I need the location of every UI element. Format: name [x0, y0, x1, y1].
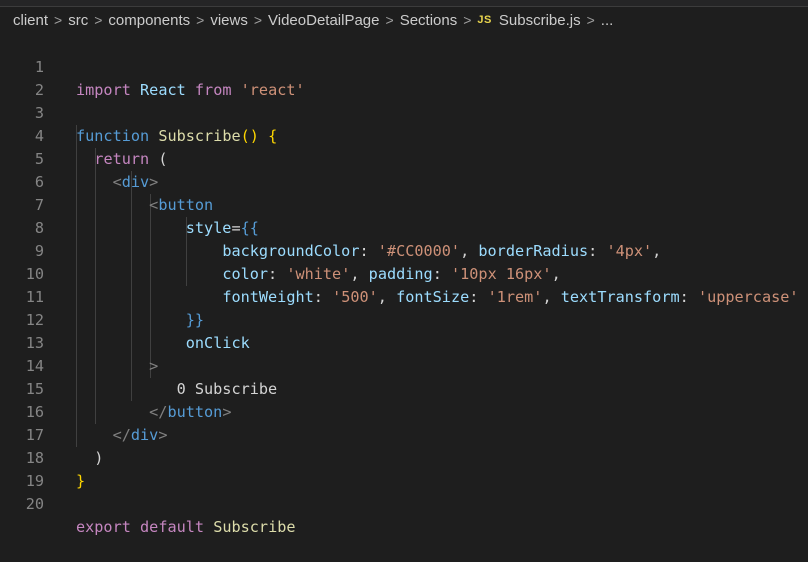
code-line-9[interactable]: 9 color: 'white', padding: '10px 16px', [0, 217, 808, 283]
breadcrumb-item-src[interactable]: src [68, 12, 88, 29]
code-line-11[interactable]: 11 }} [0, 263, 808, 329]
breadcrumb: client > src > components > views > Vide… [0, 7, 808, 33]
code-line-1[interactable]: 1 import React from 'react' [0, 33, 808, 99]
code-line-3[interactable]: 3 function Subscribe() { [0, 79, 808, 145]
code-line-10[interactable]: 10 fontWeight: '500', fontSize: '1rem', … [0, 240, 808, 306]
keyword-export: export [76, 518, 131, 536]
code-line-7[interactable]: 7 style={{ [0, 171, 808, 237]
code-line-6[interactable]: 6 <button [0, 148, 808, 214]
breadcrumb-item-client[interactable]: client [13, 12, 48, 29]
chevron-right-icon: > [196, 12, 205, 28]
chevron-right-icon: > [463, 12, 472, 28]
breadcrumb-item-sections[interactable]: Sections [400, 12, 458, 29]
line-number: 20 [25, 495, 44, 513]
code-line-13[interactable]: 13 > [0, 309, 808, 375]
chevron-right-icon: > [94, 12, 103, 28]
code-line-15[interactable]: 15 </button> [0, 355, 808, 421]
chevron-right-icon: > [253, 12, 263, 28]
code-line-18[interactable]: 18 } [0, 424, 808, 490]
breadcrumb-item-components[interactable]: components [108, 12, 190, 29]
code-line-4[interactable]: 4 return ( [0, 102, 808, 168]
function-name: Subscribe [213, 518, 296, 536]
code-line-20[interactable]: 20 export default Subscribe [0, 470, 808, 536]
breadcrumb-item-views[interactable]: views [210, 12, 248, 29]
javascript-file-icon: JS [477, 14, 492, 26]
code-line-14[interactable]: 14 0 Subscribe [0, 332, 808, 398]
keyword-default: default [140, 518, 205, 536]
breadcrumb-symbol-ellipsis[interactable]: ... [601, 12, 614, 29]
breadcrumb-item-videodetailpage[interactable]: VideoDetailPage [268, 12, 379, 29]
code-editor[interactable]: 1 import React from 'react' 2 3 function… [0, 33, 808, 536]
editor-tab-bar-edge [0, 0, 808, 7]
breadcrumb-item-file[interactable]: Subscribe.js [499, 12, 581, 29]
chevron-right-icon: > [385, 12, 394, 28]
code-line-17[interactable]: 17 ) [0, 401, 808, 467]
code-line-12[interactable]: 12 onClick [0, 286, 808, 352]
code-line-8[interactable]: 8 backgroundColor: '#CC0000', borderRadi… [0, 194, 808, 260]
code-line-2[interactable]: 2 [0, 56, 808, 99]
code-line-16[interactable]: 16 </div> [0, 378, 808, 444]
chevron-right-icon: > [586, 12, 595, 28]
code-line-19[interactable]: 19 [0, 447, 808, 490]
code-line-5[interactable]: 5 <div> [0, 125, 808, 191]
chevron-right-icon: > [54, 12, 63, 28]
